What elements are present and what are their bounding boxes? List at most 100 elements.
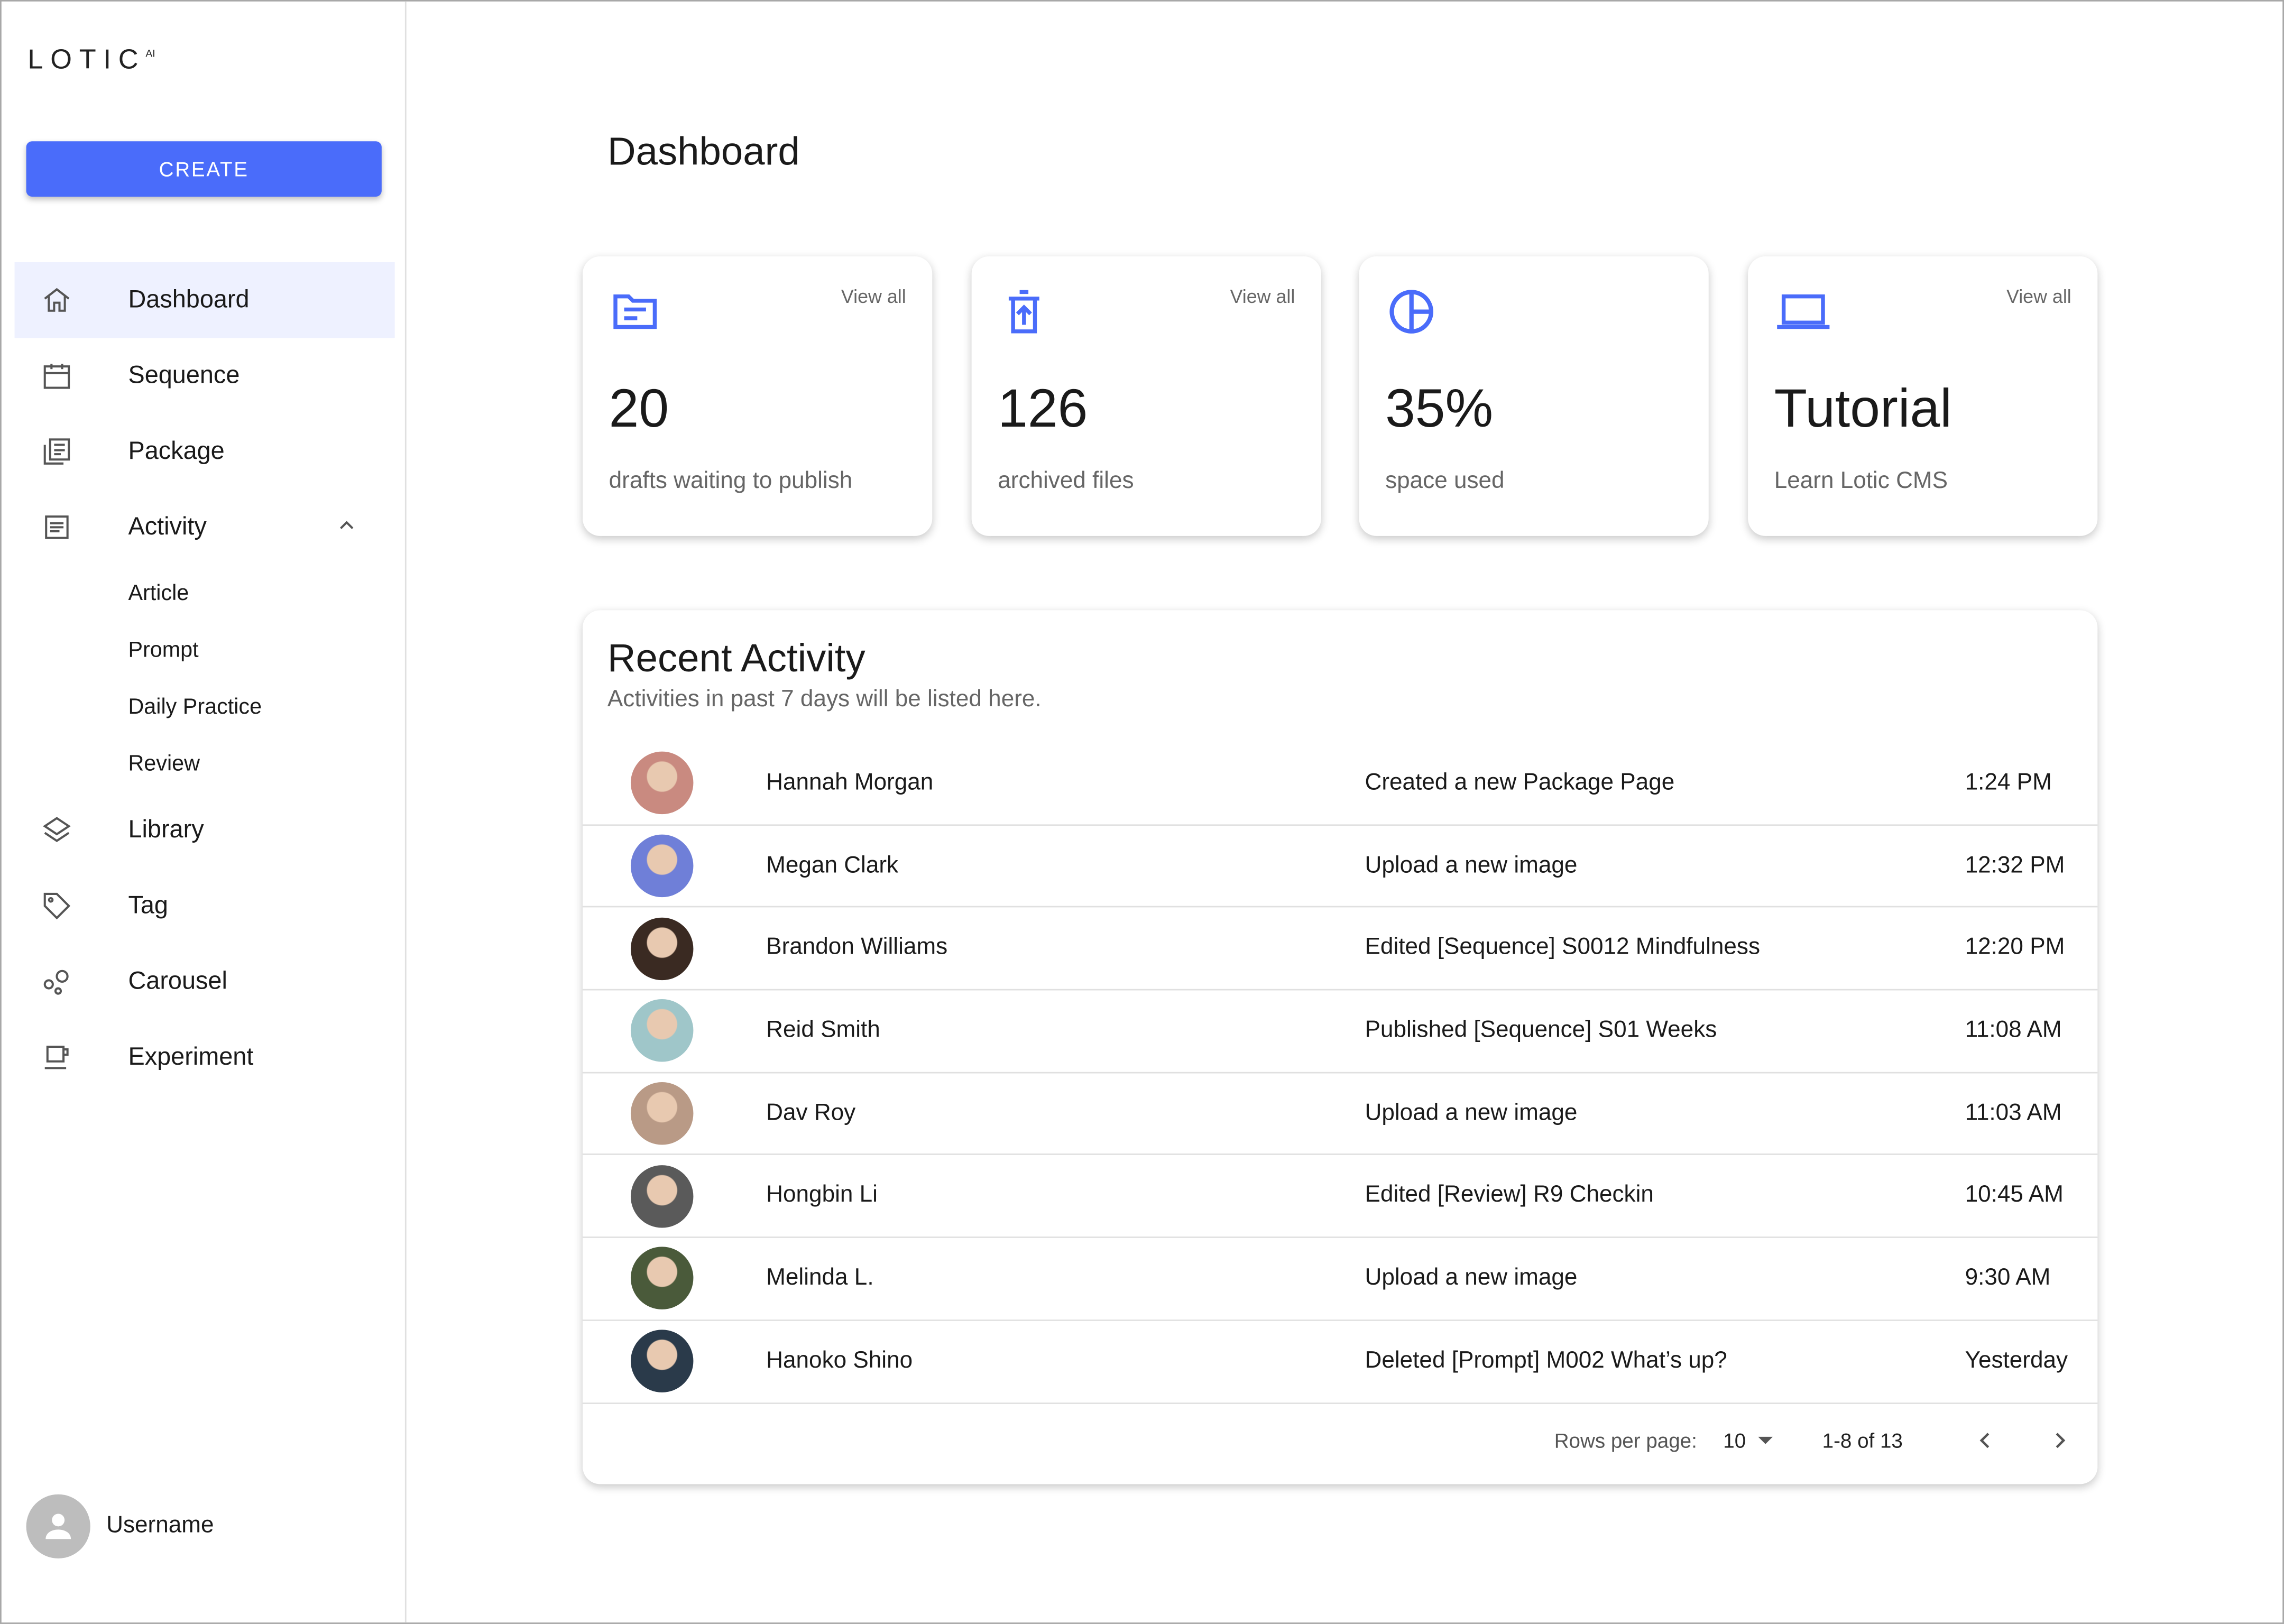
user-avatar-icon bbox=[26, 1494, 90, 1558]
sidebar-item-carousel[interactable]: Carousel bbox=[15, 944, 395, 1019]
activity-time: 1:24 PM bbox=[1965, 770, 2052, 795]
card-value: 35% bbox=[1385, 379, 1494, 439]
sidebar-item-label: Carousel bbox=[128, 967, 227, 995]
table-row[interactable]: Reid Smith Published [Sequence] S01 Week… bbox=[583, 991, 2098, 1073]
pie-chart-icon bbox=[1385, 285, 1438, 345]
activity-time: Yesterday bbox=[1965, 1348, 2068, 1373]
table-row[interactable]: Dav Roy Upload a new image 11:03 AM bbox=[583, 1073, 2098, 1156]
view-all-link[interactable]: View all bbox=[841, 285, 906, 307]
sidebar-item-label: Package bbox=[128, 437, 225, 465]
logo-text: LOTIC bbox=[27, 45, 146, 76]
sidebar-item-activity[interactable]: Activity bbox=[15, 490, 395, 565]
activity-time: 12:32 PM bbox=[1965, 853, 2065, 878]
sidebar-item-dashboard[interactable]: Dashboard bbox=[14, 262, 395, 338]
rows-per-page-select[interactable]: 10 bbox=[1723, 1429, 1772, 1452]
sidebar-item-sequence[interactable]: Sequence bbox=[15, 338, 395, 413]
package-icon bbox=[15, 436, 128, 468]
avatar bbox=[630, 917, 694, 980]
activity-time: 10:45 AM bbox=[1965, 1183, 2064, 1208]
create-button[interactable]: CREATE bbox=[26, 141, 382, 197]
calendar-icon bbox=[15, 360, 128, 392]
recent-activity-panel: Recent Activity Activities in past 7 day… bbox=[583, 610, 2098, 1484]
chevron-left-icon bbox=[1979, 1433, 1990, 1448]
sidebar-subitem-prompt[interactable]: Prompt bbox=[15, 622, 395, 678]
sidebar-item-label: Tag bbox=[128, 891, 168, 919]
next-page-button[interactable] bbox=[2048, 1427, 2071, 1458]
page-title: Dashboard bbox=[607, 130, 800, 173]
card-tutorial: View all Tutorial Learn Lotic CMS bbox=[1748, 256, 2098, 536]
home-icon bbox=[15, 284, 128, 316]
rows-per-page-label: Rows per page: bbox=[1554, 1428, 1697, 1452]
user-name: Dav Roy bbox=[766, 1100, 856, 1125]
user-name: Hanoko Shino bbox=[766, 1348, 913, 1373]
avatar bbox=[630, 834, 694, 898]
view-all-link[interactable]: View all bbox=[1230, 285, 1295, 307]
activity-action: Edited [Sequence] S0012 Mindfulness bbox=[1365, 935, 1760, 961]
user-name: Hannah Morgan bbox=[766, 770, 934, 795]
nav: Dashboard Sequence Package Activity Arti… bbox=[14, 262, 395, 1095]
avatar bbox=[630, 1247, 694, 1311]
card-value: Tutorial bbox=[1774, 379, 1952, 439]
table-row[interactable]: Hannah Morgan Created a new Package Page… bbox=[583, 743, 2098, 826]
sidebar: LOTIC AI CREATE Dashboard Sequence Packag… bbox=[2, 1, 407, 1623]
folder-icon bbox=[609, 285, 661, 345]
prev-page-button[interactable] bbox=[1974, 1427, 1997, 1458]
cup-icon bbox=[15, 1041, 128, 1074]
activity-time: 12:20 PM bbox=[1965, 935, 2065, 961]
table-row[interactable]: Megan Clark Upload a new image 12:32 PM bbox=[583, 825, 2098, 908]
activity-action: Deleted [Prompt] M002 What’s up? bbox=[1365, 1348, 1727, 1373]
activity-action: Edited [Review] R9 Checkin bbox=[1365, 1183, 1654, 1208]
page-range: 1-8 of 13 bbox=[1822, 1428, 1903, 1452]
panel-title: Recent Activity bbox=[607, 636, 865, 680]
activity-action: Upload a new image bbox=[1365, 1100, 1578, 1125]
layers-icon bbox=[15, 814, 128, 846]
sidebar-item-experiment[interactable]: Experiment bbox=[15, 1020, 395, 1095]
sidebar-item-label: Experiment bbox=[128, 1042, 254, 1071]
sidebar-item-label: Dashboard bbox=[128, 285, 250, 313]
card-label: drafts waiting to publish bbox=[609, 469, 853, 494]
activity-time: 11:03 AM bbox=[1965, 1100, 2062, 1125]
chevron-up-icon[interactable] bbox=[336, 515, 357, 536]
panel-description: Activities in past 7 days will be listed… bbox=[607, 687, 1042, 713]
table-row[interactable]: Melinda L. Upload a new image 9:30 AM bbox=[583, 1238, 2098, 1321]
view-all-link[interactable]: View all bbox=[2006, 285, 2071, 307]
user-name: Reid Smith bbox=[766, 1018, 880, 1043]
activity-action: Upload a new image bbox=[1365, 853, 1578, 878]
sidebar-item-tag[interactable]: Tag bbox=[15, 868, 395, 944]
avatar bbox=[630, 752, 694, 815]
sidebar-subitem-review[interactable]: Review bbox=[15, 735, 395, 792]
sidebar-item-package[interactable]: Package bbox=[15, 413, 395, 489]
avatar bbox=[630, 1082, 694, 1145]
table-row[interactable]: Hanoko Shino Deleted [Prompt] M002 What’… bbox=[583, 1321, 2098, 1404]
rows-per-page-value: 10 bbox=[1723, 1428, 1746, 1452]
table-row[interactable]: Hongbin Li Edited [Review] R9 Checkin 10… bbox=[583, 1156, 2098, 1239]
card-value: 126 bbox=[998, 379, 1088, 439]
sidebar-item-library[interactable]: Library bbox=[15, 792, 395, 868]
username: Username bbox=[106, 1513, 214, 1538]
sidebar-subitem-article[interactable]: Article bbox=[15, 565, 395, 622]
logo: LOTIC AI bbox=[27, 45, 155, 77]
sidebar-subitem-daily-practice[interactable]: Daily Practice bbox=[15, 679, 395, 735]
sidebar-item-label: Sequence bbox=[128, 361, 240, 389]
user-name: Megan Clark bbox=[766, 853, 899, 878]
table-row[interactable]: Brandon Williams Edited [Sequence] S0012… bbox=[583, 908, 2098, 991]
activity-action: Published [Sequence] S01 Weeks bbox=[1365, 1018, 1717, 1043]
dropdown-arrow-icon bbox=[1757, 1436, 1772, 1444]
logo-sup: AI bbox=[145, 49, 155, 60]
avatar bbox=[630, 1000, 694, 1063]
archive-icon bbox=[998, 285, 1050, 345]
card-label: archived files bbox=[998, 469, 1134, 494]
activity-action: Upload a new image bbox=[1365, 1266, 1578, 1290]
card-label: space used bbox=[1385, 469, 1505, 494]
activity-time: 9:30 AM bbox=[1965, 1266, 2051, 1290]
user-name: Brandon Williams bbox=[766, 935, 948, 961]
card-label: Learn Lotic CMS bbox=[1774, 469, 1948, 494]
activity-time: 11:08 AM bbox=[1965, 1018, 2062, 1043]
article-icon bbox=[15, 511, 128, 543]
bubbles-icon bbox=[15, 966, 128, 998]
user-profile[interactable]: Username bbox=[26, 1494, 214, 1558]
tag-icon bbox=[15, 890, 128, 922]
activity-list: Hannah Morgan Created a new Package Page… bbox=[583, 743, 2098, 1404]
chevron-right-icon bbox=[2056, 1433, 2066, 1448]
user-name: Hongbin Li bbox=[766, 1183, 878, 1208]
